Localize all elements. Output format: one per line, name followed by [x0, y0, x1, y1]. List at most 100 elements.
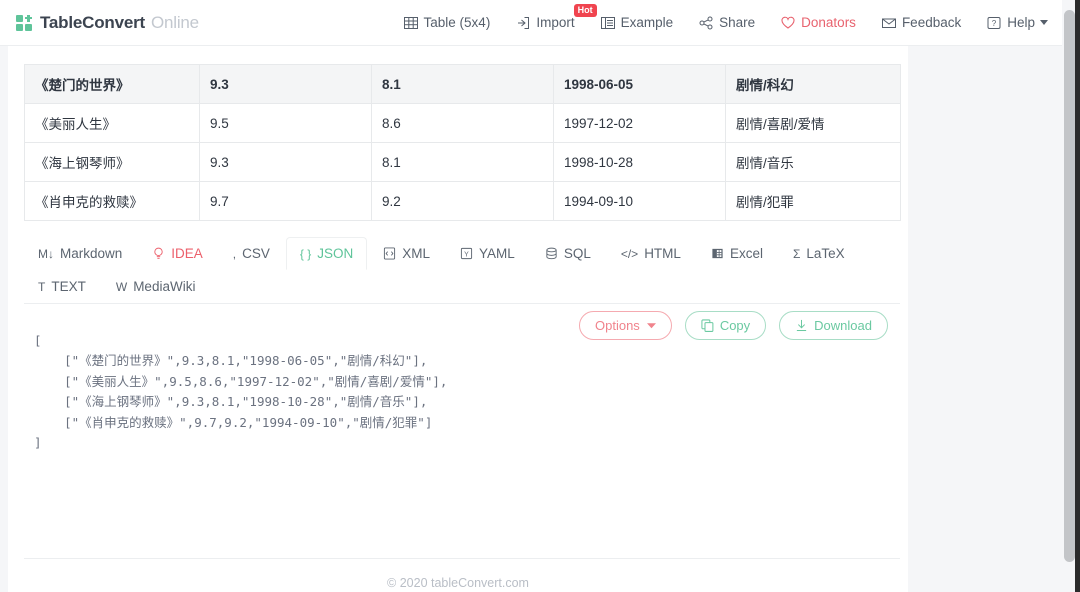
excel-icon [711, 247, 724, 260]
brand-logo-area[interactable]: TableConvert Online [16, 13, 199, 33]
table-cell[interactable]: 8.1 [371, 142, 554, 182]
table-row: 《肖申克的救赎》 9.7 9.2 1994-09-10 剧情/犯罪 [24, 181, 901, 221]
table-header-row: 《楚门的世界》 9.3 8.1 1998-06-05 剧情/科幻 [24, 64, 901, 104]
nav-item-label: Table (5x4) [423, 15, 491, 30]
tab-label: MediaWiki [133, 279, 196, 294]
nav-item-feedback[interactable]: Feedback [881, 15, 962, 30]
heart-icon [781, 16, 795, 30]
table-row: 《海上钢琴师》 9.3 8.1 1998-10-28 剧情/音乐 [24, 142, 901, 182]
share-icon [699, 16, 713, 30]
tab-sql[interactable]: SQL [531, 237, 605, 270]
markdown-icon: M↓ [38, 246, 54, 261]
nav-item-table[interactable]: Table (5x4) [403, 15, 491, 30]
brand-suffix: Online [150, 12, 199, 32]
table-row: 《美丽人生》 9.5 8.6 1997-12-02 剧情/喜剧/爱情 [24, 103, 901, 143]
hot-badge: Hot [573, 4, 597, 17]
sigma-icon: Σ [792, 246, 801, 261]
table-cell[interactable]: 《美丽人生》 [24, 103, 200, 143]
tab-csv[interactable]: , CSV [219, 237, 284, 270]
table-cell[interactable]: 1997-12-02 [553, 103, 726, 143]
nav-item-import[interactable]: Import Hot [516, 4, 597, 30]
table-header-cell[interactable]: 9.3 [199, 64, 372, 104]
tab-label: YAML [479, 246, 515, 261]
tab-markdown[interactable]: M↓ Markdown [24, 237, 136, 270]
table-cell[interactable]: 8.6 [371, 103, 554, 143]
table-cell[interactable]: 《海上钢琴师》 [24, 142, 200, 182]
download-button-label: Download [814, 318, 872, 333]
table-cell[interactable]: 9.3 [199, 142, 372, 182]
scrollbar-thumb[interactable] [1064, 10, 1075, 562]
tab-label: TEXT [51, 279, 86, 294]
tab-label: HTML [644, 246, 681, 261]
copy-icon [701, 319, 714, 332]
table-cell[interactable]: 1994-09-10 [553, 181, 726, 221]
nav-item-label: Example [620, 15, 674, 30]
options-button[interactable]: Options [579, 311, 672, 340]
table-cell[interactable]: 9.2 [371, 181, 554, 221]
table-header-cell[interactable]: 8.1 [371, 64, 554, 104]
table-cell[interactable]: 剧情/音乐 [725, 142, 901, 182]
top-navbar: TableConvert Online Table (5x4) Import H… [0, 0, 1062, 46]
table-cell[interactable]: 9.5 [199, 103, 372, 143]
table-header-cell[interactable]: 1998-06-05 [553, 64, 726, 104]
example-icon [600, 16, 615, 30]
nav-item-label: Help [1007, 15, 1035, 30]
database-icon [545, 247, 558, 260]
tab-idea[interactable]: IDEA [138, 237, 217, 270]
yaml-icon: Y [460, 247, 473, 260]
nav-item-label: Feedback [901, 15, 962, 30]
tab-xml[interactable]: XML [369, 237, 444, 270]
download-icon [795, 319, 808, 332]
options-button-label: Options [595, 318, 640, 333]
copy-button-label: Copy [719, 318, 751, 333]
copy-button[interactable]: Copy [684, 311, 767, 340]
footer-copyright: © 2020 tableConvert.com [387, 576, 529, 590]
nav-item-share[interactable]: Share [699, 15, 755, 30]
format-tabs: M↓ Markdown IDEA , CSV { } JSON XML Y YA… [24, 237, 900, 304]
brand-name: TableConvert [40, 12, 145, 32]
tab-text[interactable]: T TEXT [24, 270, 100, 303]
tab-label: XML [402, 246, 431, 261]
nav-item-example[interactable]: Example [600, 15, 674, 30]
nav-item-label: Import [536, 15, 575, 30]
table-cell[interactable]: 9.7 [199, 181, 372, 221]
table-cell[interactable]: 剧情/犯罪 [725, 181, 901, 221]
comma-icon: , [232, 246, 237, 261]
main-content-card: 《楚门的世界》 9.3 8.1 1998-06-05 剧情/科幻 《美丽人生》 … [8, 46, 908, 592]
braces-icon: { } [299, 246, 312, 261]
page-scrollbar[interactable] [1064, 0, 1075, 592]
output-code[interactable]: [ ["《楚门的世界》",9.3,8.1,"1998-06-05","剧情/科幻… [34, 331, 900, 454]
tab-yaml[interactable]: Y YAML [446, 237, 529, 270]
app-page: TableConvert Online Table (5x4) Import H… [0, 0, 1080, 592]
svg-text:Y: Y [464, 251, 469, 258]
table-cell[interactable]: 《肖申克的救赎》 [24, 181, 200, 221]
tab-json[interactable]: { } JSON [285, 237, 368, 270]
nav-item-donators[interactable]: Donators [781, 15, 856, 30]
tab-latex[interactable]: Σ LaTeX [779, 237, 859, 270]
tab-label: Excel [729, 246, 763, 261]
wiki-icon: W [115, 279, 128, 294]
import-icon [516, 16, 530, 30]
tab-label: LaTeX [806, 246, 845, 261]
table-cell[interactable]: 剧情/喜剧/爱情 [725, 103, 901, 143]
code-brackets-icon: </> [620, 246, 639, 261]
nav-item-help[interactable]: ? Help [987, 15, 1048, 30]
table-header-cell[interactable]: 《楚门的世界》 [24, 64, 200, 104]
text-icon: T [38, 279, 46, 294]
chevron-down-icon [1040, 20, 1048, 25]
tab-label: JSON [317, 246, 354, 261]
svg-text:?: ? [992, 19, 997, 28]
tab-label: Markdown [60, 246, 123, 261]
tab-html[interactable]: </> HTML [607, 237, 695, 270]
tab-label: CSV [242, 246, 270, 261]
table-cell[interactable]: 1998-10-28 [553, 142, 726, 182]
download-button[interactable]: Download [779, 311, 888, 340]
table-header-cell[interactable]: 剧情/科幻 [725, 64, 901, 104]
tab-mediawiki[interactable]: W MediaWiki [102, 270, 210, 303]
table-icon [403, 16, 418, 30]
data-table: 《楚门的世界》 9.3 8.1 1998-06-05 剧情/科幻 《美丽人生》 … [24, 64, 901, 221]
chevron-down-icon [646, 321, 656, 330]
lightbulb-icon [152, 247, 165, 260]
tab-excel[interactable]: Excel [697, 237, 777, 270]
navbar-items: Table (5x4) Import Hot Example Share Don… [378, 4, 1048, 30]
